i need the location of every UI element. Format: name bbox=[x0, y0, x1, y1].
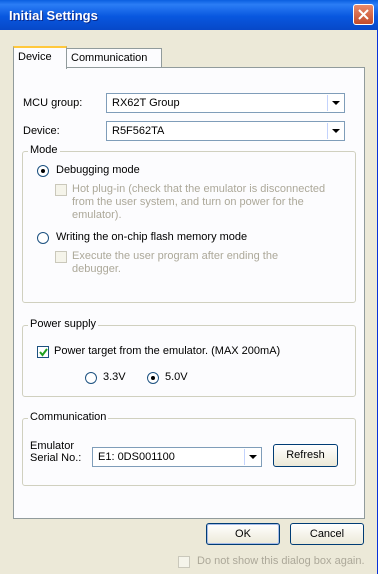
execute-program-checkbox[interactable] bbox=[55, 251, 67, 263]
writing-flash-mode-radio[interactable] bbox=[37, 232, 49, 244]
power-target-label: Power target from the emulator. (MAX 200… bbox=[54, 345, 281, 357]
serial-number-value: E1: 0DS001100 bbox=[98, 451, 175, 463]
mode-group: Mode Debugging mode Hot plug-in (check t… bbox=[22, 144, 356, 303]
debugging-mode-label: Debugging mode bbox=[56, 164, 140, 176]
ok-button-label: OK bbox=[235, 528, 251, 540]
power-target-checkbox[interactable] bbox=[37, 346, 49, 358]
device-select[interactable]: R5F562TA bbox=[106, 121, 345, 141]
tab-communication-label: Communication bbox=[71, 52, 148, 64]
debugging-mode-radio[interactable] bbox=[37, 165, 49, 177]
do-not-show-label: Do not show this dialog box again. bbox=[197, 555, 365, 567]
refresh-button[interactable]: Refresh bbox=[273, 444, 338, 467]
device-value: R5F562TA bbox=[112, 125, 165, 137]
mcu-group-label: MCU group: bbox=[23, 97, 83, 109]
ok-button[interactable]: OK bbox=[206, 523, 280, 545]
chevron-down-icon[interactable] bbox=[244, 449, 260, 465]
chevron-down-icon[interactable] bbox=[327, 123, 343, 139]
refresh-button-label: Refresh bbox=[286, 449, 325, 461]
power-supply-group-title: Power supply bbox=[28, 318, 99, 330]
cancel-button-label: Cancel bbox=[309, 528, 345, 540]
execute-program-label: Execute the user program after ending th… bbox=[72, 250, 279, 275]
emulator-serial-label-line2: Serial No.: bbox=[30, 452, 82, 464]
voltage-3v3-radio[interactable] bbox=[85, 372, 97, 384]
writing-flash-mode-label: Writing the on-chip flash memory mode bbox=[56, 231, 248, 243]
voltage-5v0-radio[interactable] bbox=[147, 372, 159, 384]
mcu-group-select[interactable]: RX62T Group bbox=[106, 93, 345, 113]
tab-device[interactable]: Device bbox=[13, 46, 67, 69]
hot-plugin-label: Hot plug-in (check that the emulator is … bbox=[72, 183, 326, 221]
cancel-button[interactable]: Cancel bbox=[290, 523, 364, 545]
do-not-show-checkbox[interactable] bbox=[178, 556, 190, 568]
emulator-serial-label-line1: Emulator bbox=[30, 440, 75, 452]
hot-plugin-checkbox[interactable] bbox=[55, 184, 67, 196]
title-bar[interactable]: Initial Settings bbox=[0, 0, 378, 30]
initial-settings-dialog: Initial Settings Device Communication MC… bbox=[0, 0, 378, 574]
communication-group: Communication Emulator Serial No.: E1: 0… bbox=[22, 411, 356, 486]
window-title: Initial Settings bbox=[9, 8, 98, 23]
power-supply-group: Power supply Power target from the emula… bbox=[22, 318, 356, 397]
checkmark-icon bbox=[39, 348, 48, 357]
voltage-5v0-label: 5.0V bbox=[165, 371, 188, 383]
mcu-group-value: RX62T Group bbox=[112, 97, 180, 109]
serial-number-select[interactable]: E1: 0DS001100 bbox=[92, 447, 262, 467]
close-icon bbox=[358, 9, 369, 20]
device-tab-panel: MCU group: RX62T Group Device: R5F562TA … bbox=[13, 67, 365, 519]
mode-group-title: Mode bbox=[28, 144, 60, 156]
device-label: Device: bbox=[23, 125, 60, 137]
communication-group-title: Communication bbox=[28, 411, 109, 423]
voltage-3v3-label: 3.3V bbox=[103, 371, 126, 383]
tab-device-label: Device bbox=[18, 51, 52, 63]
tab-communication[interactable]: Communication bbox=[66, 48, 162, 68]
emulator-serial-label: Emulator Serial No.: bbox=[30, 440, 81, 464]
chevron-down-icon[interactable] bbox=[327, 95, 343, 111]
close-button[interactable] bbox=[353, 4, 374, 25]
